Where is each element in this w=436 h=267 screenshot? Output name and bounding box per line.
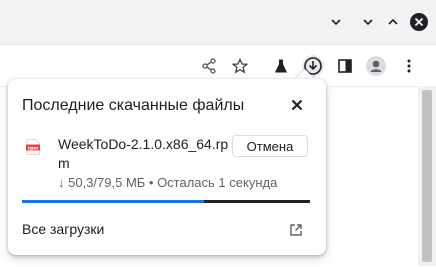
download-file-name[interactable]: WeekToDo-2.1.0.x86_64.rpm — [58, 135, 230, 173]
close-icon — [291, 99, 303, 111]
file-type-badge: rpm — [28, 145, 39, 151]
downloads-bubble: Последние скачанные файлы rpm WeekToDo-2… — [8, 79, 326, 255]
kebab-menu-icon[interactable] — [398, 55, 420, 77]
bookmark-star-icon[interactable] — [229, 55, 251, 77]
download-progress-fill — [22, 200, 205, 203]
minimize-icon[interactable] — [360, 14, 376, 30]
close-window-icon[interactable] — [409, 12, 429, 32]
cancel-download-button[interactable]: Отмена — [232, 135, 308, 157]
labs-flask-icon[interactable] — [270, 55, 292, 77]
bubble-title: Последние скачанные файлы — [22, 97, 245, 114]
download-progress-bar — [22, 200, 310, 203]
tab-search-icon[interactable] — [328, 14, 344, 30]
maximize-icon[interactable] — [385, 14, 401, 30]
all-downloads-link[interactable]: Все загрузки — [22, 221, 104, 237]
download-status: ↓ 50,3/79,5 МБ • Осталась 1 секунда — [58, 175, 278, 190]
side-panel-icon[interactable] — [334, 55, 356, 77]
profile-avatar-icon[interactable] — [365, 55, 387, 77]
browser-titlebar — [0, 0, 436, 44]
share-icon[interactable] — [198, 55, 220, 77]
open-external-icon[interactable] — [288, 222, 304, 238]
close-bubble-button[interactable] — [288, 96, 306, 114]
scrollbar-thumb[interactable] — [422, 90, 432, 262]
rpm-file-icon: rpm — [26, 139, 40, 155]
